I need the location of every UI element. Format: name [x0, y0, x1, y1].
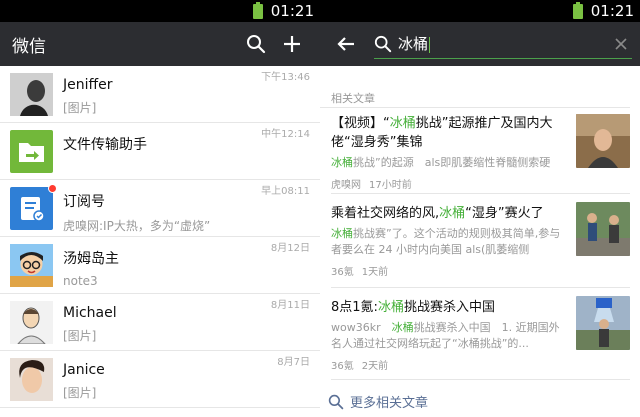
- article-time: 1天前: [361, 267, 389, 278]
- search-panel: 01:21 冰桶 相关文章 【视频】“冰桶挑战”起源推广及国内大佬“湿身秀”集锦…: [320, 0, 640, 417]
- conversation-time: 8月12日: [270, 243, 310, 254]
- search-header: 冰桶: [320, 22, 640, 66]
- article-source: 36氪: [331, 361, 354, 372]
- article-item[interactable]: 8点1氪:冰桶挑战赛杀入中国 wow36kr 冰桶挑战赛杀入中国 1. 近期国外…: [331, 288, 630, 380]
- conversation-preview: [图片]: [63, 329, 97, 343]
- sketch-avatar-image: [10, 301, 53, 345]
- battery-icon: [572, 1, 583, 19]
- article-thumbnail: [576, 114, 630, 168]
- add-button[interactable]: [274, 26, 310, 62]
- photo-avatar-image: [10, 358, 53, 401]
- status-time: 01:21: [590, 2, 634, 20]
- chats-panel: 01:21 微信 Jeniffer [图片] 下午13:46 文件传输助手 中午…: [0, 0, 320, 417]
- status-bar: 01:21: [0, 0, 320, 22]
- battery-icon: [252, 1, 263, 19]
- search-query: 冰桶: [398, 35, 429, 53]
- screen: 01:21 微信 Jeniffer [图片] 下午13:46 文件传输助手 中午…: [0, 0, 640, 417]
- article-time: 2天前: [361, 361, 389, 372]
- chats-header: 微信: [0, 22, 320, 66]
- cartoon-avatar-image: [10, 244, 53, 287]
- article-title: 【视频】“冰桶挑战”起源推广及国内大佬“湿身秀”集锦: [331, 116, 553, 150]
- article-time: 17小时前: [369, 180, 412, 191]
- conversation-preview: [图片]: [63, 101, 97, 115]
- conversation-time: 早上08:11: [261, 186, 310, 197]
- article-source: 虎嗅网: [331, 180, 361, 191]
- conversation-item[interactable]: Jeniffer [图片] 下午13:46: [0, 66, 320, 123]
- article-snippet: 冰桶挑战”的起源 als即肌萎缩性脊髓侧索硬: [331, 156, 551, 169]
- search-icon: [374, 35, 392, 52]
- conversation-item[interactable]: Michael [图片] 8月11日: [0, 294, 320, 351]
- conversation-item[interactable]: 订阅号 虎嗅网:IP大热，多为“虚烧” 早上08:11: [0, 180, 320, 237]
- conversation-time: 中午12:14: [261, 129, 310, 140]
- search-input[interactable]: 冰桶: [398, 33, 614, 54]
- back-button[interactable]: [328, 26, 364, 62]
- search-results: 相关文章 【视频】“冰桶挑战”起源推广及国内大佬“湿身秀”集锦 冰桶挑战”的起源…: [320, 66, 640, 417]
- avatar: [10, 184, 57, 230]
- conversation-list: Jeniffer [图片] 下午13:46 文件传输助手 中午12:14 订阅号…: [0, 66, 320, 417]
- conversation-time: 下午13:46: [261, 72, 310, 83]
- article-snippet: wow36kr 冰桶挑战赛杀入中国 1. 近期国外名人通过社交网络玩起了“冰桶挑…: [331, 321, 560, 350]
- section-label: 相关文章: [320, 66, 630, 108]
- conversation-time: 8月11日: [270, 300, 310, 311]
- conversation-item[interactable]: 文件传输助手 中午12:14: [0, 123, 320, 180]
- conversation-item[interactable]: Janice [图片] 8月7日: [0, 351, 320, 408]
- more-articles-label: 更多相关文章: [350, 396, 429, 411]
- article-title: 8点1氪:冰桶挑战赛杀入中国: [331, 300, 495, 315]
- avatar: [10, 130, 53, 173]
- avatar: [10, 73, 53, 116]
- article-item[interactable]: 【视频】“冰桶挑战”起源推广及国内大佬“湿身秀”集锦 冰桶挑战”的起源 als即…: [331, 108, 630, 194]
- plus-icon: [284, 36, 300, 52]
- article-title: 乘着社交网络的风,冰桶“湿身”赛火了: [331, 206, 544, 221]
- conversation-preview: [图片]: [63, 386, 97, 400]
- article-thumbnail: [576, 296, 630, 350]
- more-articles-link[interactable]: 更多相关文章: [328, 380, 630, 411]
- article-thumbnail: [576, 202, 630, 256]
- text-caret: [429, 36, 431, 53]
- file-transfer-icon: [19, 143, 44, 162]
- subscription-icon: [21, 197, 45, 222]
- app-title: 微信: [12, 36, 46, 57]
- avatar: [10, 301, 53, 345]
- conversation-preview: note3: [63, 274, 98, 288]
- avatar: [10, 244, 53, 287]
- status-time: 01:21: [270, 2, 314, 20]
- arrow-left-icon: [337, 37, 354, 51]
- search-icon: [247, 35, 266, 54]
- article-item[interactable]: 乘着社交网络的风,冰桶“湿身”赛火了 冰桶挑战赛”了。这个活动的规则极其简单,参…: [331, 194, 630, 288]
- avatar: [10, 358, 53, 401]
- article-meta: 虎嗅网 17小时前: [331, 176, 630, 191]
- unread-dot: [48, 184, 57, 193]
- article-source: 36氪: [331, 267, 354, 278]
- search-icon: [328, 394, 344, 409]
- clear-icon[interactable]: [614, 37, 628, 51]
- conversation-time: 8月7日: [277, 357, 310, 368]
- search-button[interactable]: [238, 26, 274, 62]
- search-field[interactable]: 冰桶: [374, 29, 632, 59]
- conversation-item[interactable]: 汤姆岛主 note3 8月12日: [0, 237, 320, 294]
- status-bar: 01:21: [320, 0, 640, 22]
- article-snippet: 冰桶挑战赛”了。这个活动的规则极其简单,参与者要么在 24 小时内向美国 als…: [331, 227, 561, 256]
- conversation-preview: 虎嗅网:IP大热，多为“虚烧”: [63, 219, 211, 233]
- article-meta: 36氪 2天前: [331, 357, 630, 372]
- portrait-image: [10, 73, 53, 116]
- article-meta: 36氪 1天前: [331, 263, 630, 278]
